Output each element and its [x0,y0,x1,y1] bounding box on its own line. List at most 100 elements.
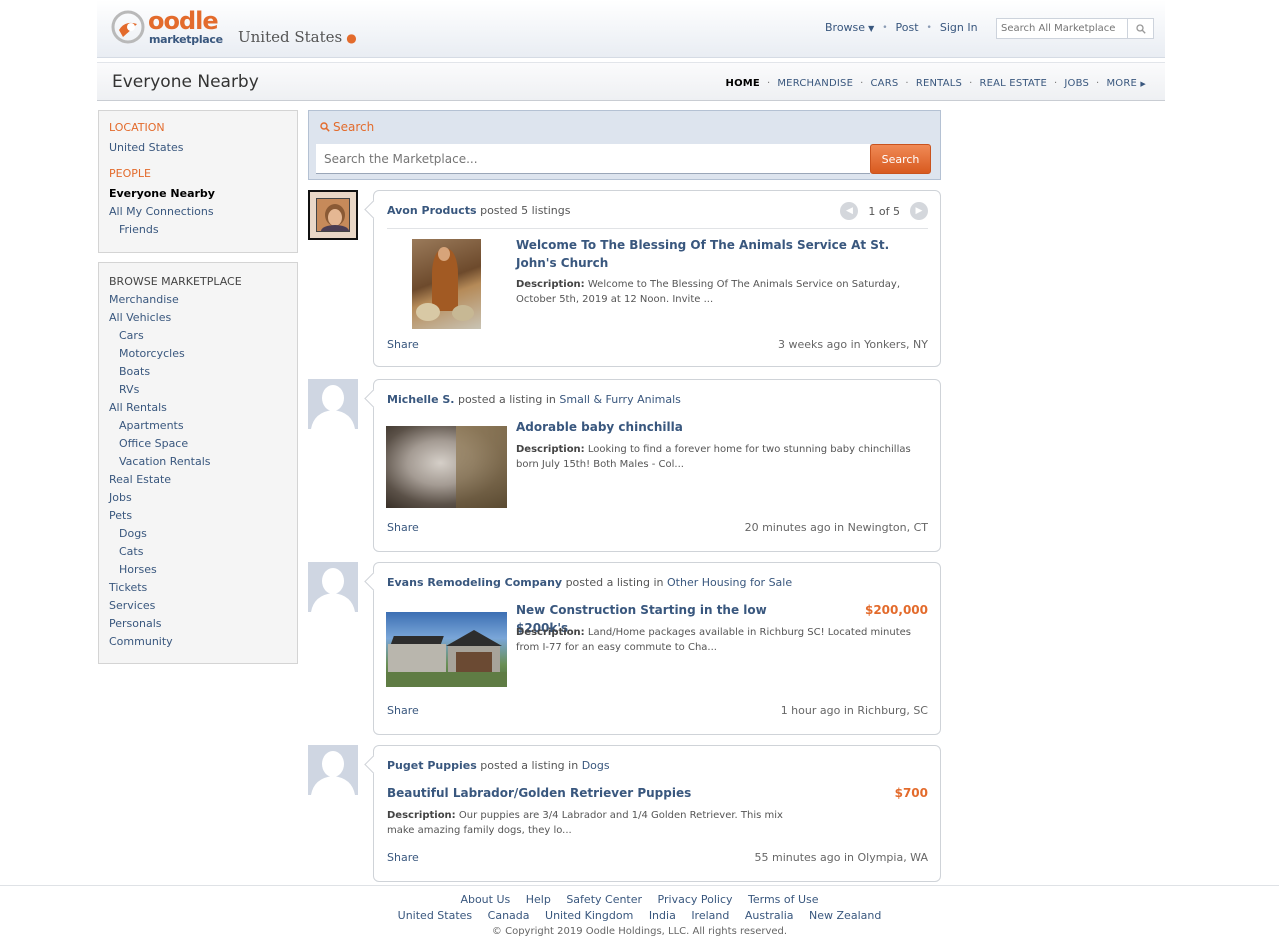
sidebar-item-office-space[interactable]: Office Space [109,435,287,453]
country-link[interactable]: Ireland [691,909,729,922]
sidebar-item-pets[interactable]: Pets [109,507,287,525]
posted-time-location: 20 minutes ago in Newington, CT [744,521,928,534]
site-header: oodle marketplace United States ● Browse ▼… [97,0,1165,58]
sidebar-item-boats[interactable]: Boats [109,363,287,381]
share-link[interactable]: Share [387,521,419,534]
avatar[interactable] [308,562,358,612]
listing-thumbnail[interactable] [412,239,481,329]
country-link[interactable]: New Zealand [809,909,881,922]
cat-cars[interactable]: CARS [871,78,899,89]
sidebar-item-cats[interactable]: Cats [109,543,287,561]
sidebar-item-rvs[interactable]: RVs [109,381,287,399]
default-avatar-icon [308,379,358,429]
poster-link[interactable]: Evans Remodeling Company [387,576,562,589]
search-button[interactable]: Search [870,144,931,174]
sidebar-item-friends[interactable]: Friends [109,221,287,239]
footer-link-about[interactable]: About Us [460,893,510,906]
listing-thumbnail[interactable] [386,426,507,508]
cat-separator: · [860,78,864,89]
country-link[interactable]: Canada [488,909,530,922]
share-link[interactable]: Share [387,851,419,864]
country-link[interactable]: India [649,909,676,922]
region-selector[interactable]: United States ● [238,28,357,46]
sidebar-item-community[interactable]: Community [109,633,287,651]
cat-merchandise[interactable]: MERCHANDISE [777,78,853,89]
footer-link-privacy[interactable]: Privacy Policy [658,893,733,906]
sidebar-item-everyone-nearby[interactable]: Everyone Nearby [109,185,287,203]
sidebar-item-personals[interactable]: Personals [109,615,287,633]
share-link[interactable]: Share [387,338,419,351]
poster-link[interactable]: Michelle S. [387,393,454,406]
next-arrow-icon[interactable]: ▶ [910,202,928,220]
listing-title[interactable]: Welcome To The Blessing Of The Animals S… [516,236,931,272]
location-pin-icon: ● [346,31,357,45]
sidebar-item-all-vehicles[interactable]: All Vehicles [109,309,287,327]
prev-arrow-icon[interactable]: ◀ [840,202,859,220]
sidebar-item-real-estate[interactable]: Real Estate [109,471,287,489]
listing-description: Description: Our puppies are 3/4 Labrado… [387,808,787,838]
feed-card: Evans Remodeling Company posted a listin… [373,562,941,735]
cat-more[interactable]: MORE ▶ [1106,78,1146,89]
footer-link-terms[interactable]: Terms of Use [748,893,819,906]
header-search-input[interactable] [997,19,1127,38]
sidebar-item-motorcycles[interactable]: Motorcycles [109,345,287,363]
feed-card: Puget Puppies posted a listing in Dogs B… [373,745,941,882]
sidebar-item-vacation-rentals[interactable]: Vacation Rentals [109,453,287,471]
listing-title[interactable]: Beautiful Labrador/Golden Retriever Pupp… [387,784,787,802]
post-action: posted 5 listings [480,204,571,217]
avatar[interactable] [308,190,358,240]
country-link[interactable]: United States [398,909,473,922]
sidebar-item-jobs[interactable]: Jobs [109,489,287,507]
sidebar-item-all-connections[interactable]: All My Connections [109,203,287,221]
card-header: Evans Remodeling Company posted a listin… [387,576,792,589]
search-input[interactable] [316,144,870,174]
country-link[interactable]: United Kingdom [545,909,633,922]
footer-link-help[interactable]: Help [526,893,551,906]
browse-menu[interactable]: Browse ▼ [825,21,874,34]
magnifier-icon [320,122,330,132]
cat-separator: · [969,78,973,89]
listing-thumbnail[interactable] [386,612,507,687]
cat-jobs[interactable]: JOBS [1064,78,1089,89]
logo-wordmark: oodle [148,7,219,35]
feed-card: Michelle S. posted a listing in Small & … [373,379,941,552]
people-heading: PEOPLE [109,167,151,180]
header-search-button[interactable] [1127,19,1153,38]
cat-real-estate[interactable]: REAL ESTATE [979,78,1047,89]
posted-time-location: 3 weeks ago in Yonkers, NY [778,338,928,351]
oodle-logo[interactable]: oodle marketplace [111,8,223,50]
search-panel-label: Search [320,120,374,134]
avatar[interactable] [308,745,358,795]
sidebar-item-services[interactable]: Services [109,597,287,615]
card-header: Avon Products posted 5 listings [387,204,571,217]
default-avatar-icon [308,562,358,612]
description-label: Description: [516,444,585,455]
sidebar-item-merchandise[interactable]: Merchandise [109,291,287,309]
posted-time-location: 55 minutes ago in Olympia, WA [754,851,928,864]
post-link[interactable]: Post [896,21,919,34]
sidebar-item-apartments[interactable]: Apartments [109,417,287,435]
category-link[interactable]: Dogs [582,759,610,772]
sidebar-item-tickets[interactable]: Tickets [109,579,287,597]
cat-rentals[interactable]: RENTALS [916,78,962,89]
avatar[interactable] [308,379,358,429]
sidebar-item-horses[interactable]: Horses [109,561,287,579]
sidebar-item-location[interactable]: United States [109,139,287,157]
default-avatar-icon [308,745,358,795]
cat-home[interactable]: HOME [726,78,760,89]
caret-right-icon: ▶ [1140,80,1146,88]
listing-title[interactable]: Adorable baby chinchilla [516,418,816,436]
country-link[interactable]: Australia [745,909,794,922]
footer-link-safety[interactable]: Safety Center [566,893,642,906]
category-link[interactable]: Other Housing for Sale [667,576,792,589]
share-link[interactable]: Share [387,704,419,717]
card-header: Michelle S. posted a listing in Small & … [387,393,681,406]
category-link[interactable]: Small & Furry Animals [559,393,680,406]
sidebar-item-cars[interactable]: Cars [109,327,287,345]
sidebar-item-dogs[interactable]: Dogs [109,525,287,543]
poster-link[interactable]: Puget Puppies [387,759,477,772]
signin-link[interactable]: Sign In [940,21,978,34]
page-title: Everyone Nearby [112,72,259,92]
poster-link[interactable]: Avon Products [387,204,477,217]
sidebar-item-all-rentals[interactable]: All Rentals [109,399,287,417]
